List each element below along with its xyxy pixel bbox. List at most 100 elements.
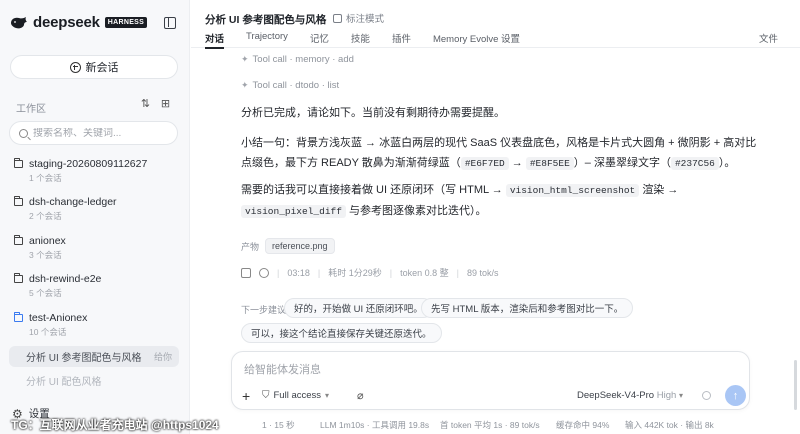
tool-call-line[interactable]: ✦ Tool call · memory · add xyxy=(241,54,354,65)
chevron-down-icon: ▾ xyxy=(325,391,330,400)
chat-item-selected[interactable]: 分析 UI 参考图配色与风格 给你 xyxy=(9,346,179,367)
workspace-actions: ⇅ ⊞ xyxy=(140,99,171,110)
new-chat-label: 新会话 xyxy=(85,62,119,74)
add-attachment-icon[interactable]: + xyxy=(242,389,250,403)
message-text: ）– 深墨翠绿文字（ xyxy=(573,157,671,169)
message-paragraph: 小结一句：背景方浅灰蓝 → 冰蓝白两层的现代 SaaS 仪表盘底色，风格是卡片式… xyxy=(241,133,761,174)
retry-icon[interactable] xyxy=(259,267,269,278)
context-ring-icon xyxy=(702,391,711,400)
inline-code: #E8F5EE xyxy=(525,157,574,170)
tab-bar: 对话 Trajectory 记忆 技能 插件 Memory Evolve 设置 xyxy=(205,31,542,49)
inline-code: vision_html_screenshot xyxy=(505,184,640,197)
tab-plugins[interactable]: 插件 xyxy=(392,31,411,48)
folder-open-icon xyxy=(13,312,23,322)
message-text: ）。 xyxy=(718,157,736,169)
divider: | xyxy=(317,267,321,278)
divider: | xyxy=(277,267,280,278)
copy-icon[interactable] xyxy=(241,267,251,278)
suggestion-chip[interactable]: 好的，开始做 UI 还原闭环吧。 xyxy=(284,298,433,318)
status-item: 1 · 15 秒 xyxy=(262,420,295,430)
sidebar: deepseek HARNESS 新会话 工作区 ⇅ ⊞ staging-202… xyxy=(0,0,190,434)
mark-mode-label: 标注模式 xyxy=(346,14,385,25)
message-text: 需要的话我可以直接接着做 UI 还原闭环（写 HTML → xyxy=(241,184,503,196)
project-item[interactable]: dsh-rewind-e2e 5 个会话 xyxy=(13,273,102,299)
checkbox-icon xyxy=(333,13,342,23)
divider: | xyxy=(389,267,393,278)
project-item[interactable]: anionex 3 个会话 xyxy=(13,235,66,261)
access-selector[interactable]: ⛉ Full access ▾ xyxy=(262,390,329,401)
new-folder-icon[interactable]: ⊞ xyxy=(160,99,171,110)
project-count: 3 个会话 xyxy=(29,250,62,260)
folder-icon xyxy=(13,235,23,245)
topbar: 分析 UI 参考图配色与风格 标注模式 对话 Trajectory 记忆 技能 … xyxy=(191,0,800,49)
message-paragraph: 需要的话我可以直接接着做 UI 还原闭环（写 HTML → vision_htm… xyxy=(241,180,761,222)
project-search[interactable] xyxy=(9,121,178,145)
suggestion-chip[interactable]: 先写 HTML 版本，渲染后和参考图对比一下。 xyxy=(421,298,634,318)
message-composer[interactable]: 给智能体发消息 + ⛉ Full access ▾ ⌀ DeepSeek-V4-… xyxy=(231,351,750,410)
chevron-down-icon: ▾ xyxy=(678,391,683,400)
status-item: 输入 442K tok · 输出 8k xyxy=(625,420,714,430)
mark-mode-toggle[interactable]: 标注模式 xyxy=(333,11,384,25)
divider: | xyxy=(456,267,459,278)
inline-code: #E6F7ED xyxy=(460,157,509,170)
stat-time: 03:18 xyxy=(287,267,310,278)
chat-item[interactable]: 分析 UI 配色风格 xyxy=(9,370,179,391)
arrow-text: → xyxy=(511,157,523,169)
artifact-file[interactable]: reference.png xyxy=(265,238,335,254)
new-chat-button[interactable]: 新会话 xyxy=(10,55,178,79)
project-count: 10 个会话 xyxy=(29,327,67,337)
project-name: staging-20260809112627 xyxy=(29,158,148,170)
project-name: dsh-rewind-e2e xyxy=(29,273,102,285)
tab-memory[interactable]: 记忆 xyxy=(310,31,329,48)
brand[interactable]: deepseek HARNESS xyxy=(10,14,148,31)
suggestions-label: 下一步建议 xyxy=(241,305,287,315)
status-item: LLM 1m10s · 工具调用 19.8s xyxy=(320,420,430,430)
tab-trajectory[interactable]: Trajectory xyxy=(246,31,288,48)
sidebar-toggle-icon[interactable] xyxy=(164,17,176,29)
project-item[interactable]: staging-20260809112627 1 个会话 xyxy=(13,158,148,184)
status-bar: TG：互联网从业者充电站 @https1024 1 · 15 秒 LLM 1m1… xyxy=(0,415,800,434)
project-name: anionex xyxy=(29,235,66,247)
tab-files[interactable]: 文件 xyxy=(759,31,778,45)
brand-badge: HARNESS xyxy=(104,17,148,28)
brand-name: deepseek xyxy=(33,14,100,31)
tab-chat[interactable]: 对话 xyxy=(205,31,225,49)
page-title: 分析 UI 参考图配色与风格 xyxy=(205,14,327,26)
sparkle-icon: ✦ xyxy=(241,80,249,90)
arrow-up-icon: ↑ xyxy=(732,389,739,402)
message-text: 渲染 → xyxy=(642,184,679,196)
project-item-active[interactable]: test-Anionex 10 个会话 xyxy=(13,312,87,338)
whale-logo-icon xyxy=(11,16,27,28)
composer-placeholder[interactable]: 给智能体发消息 xyxy=(244,361,321,377)
paperclip-icon[interactable]: ⌀ xyxy=(357,389,364,402)
stat-speed: 89 tok/s xyxy=(466,267,499,278)
chat-title: 分析 UI 参考图配色与风格 xyxy=(26,353,142,364)
folder-icon xyxy=(13,196,23,206)
workspace-title: 工作区 xyxy=(16,104,46,115)
search-icon xyxy=(19,128,28,138)
access-label: Full access xyxy=(273,390,322,401)
model-selector[interactable]: DeepSeek-V4-Pro High ▾ xyxy=(577,390,683,401)
message-paragraph: 分析已完成，请论如下。当前没有剩期待办需要提醒。 xyxy=(241,103,761,123)
project-count: 5 个会话 xyxy=(29,288,62,298)
artifacts-label: 产物 xyxy=(241,241,260,252)
project-item[interactable]: dsh-change-ledger 2 个会话 xyxy=(13,196,117,222)
project-count: 1 个会话 xyxy=(29,173,62,183)
tool-call-line[interactable]: ✦ Tool call · dtodo · list xyxy=(241,80,339,91)
search-input[interactable] xyxy=(33,127,173,139)
tab-memory-evolve[interactable]: Memory Evolve 设置 xyxy=(433,31,520,48)
model-level: High xyxy=(656,390,677,401)
artifacts-row: 产物 reference.png xyxy=(241,238,335,254)
send-button[interactable]: ↑ xyxy=(725,385,746,406)
tool-call-text: Tool call · memory · add xyxy=(252,54,354,65)
project-name: dsh-change-ledger xyxy=(29,196,117,208)
tab-skills[interactable]: 技能 xyxy=(351,31,370,48)
sparkle-icon: ✦ xyxy=(241,54,249,64)
folder-icon xyxy=(13,158,23,168)
message-text: 分析已完成，请论如下。当前没有剩期待办需要提醒。 xyxy=(241,107,505,119)
scrollbar[interactable] xyxy=(794,360,797,410)
shield-icon: ⛉ xyxy=(262,390,270,401)
message-stats: | 03:18 | 耗时 1分29秒 | token 0.8 整 | 89 to… xyxy=(241,266,499,279)
suggestion-chip[interactable]: 可以，接这个结论直接保存关键还原迭代。 xyxy=(241,323,442,343)
sort-icon[interactable]: ⇅ xyxy=(140,99,151,110)
